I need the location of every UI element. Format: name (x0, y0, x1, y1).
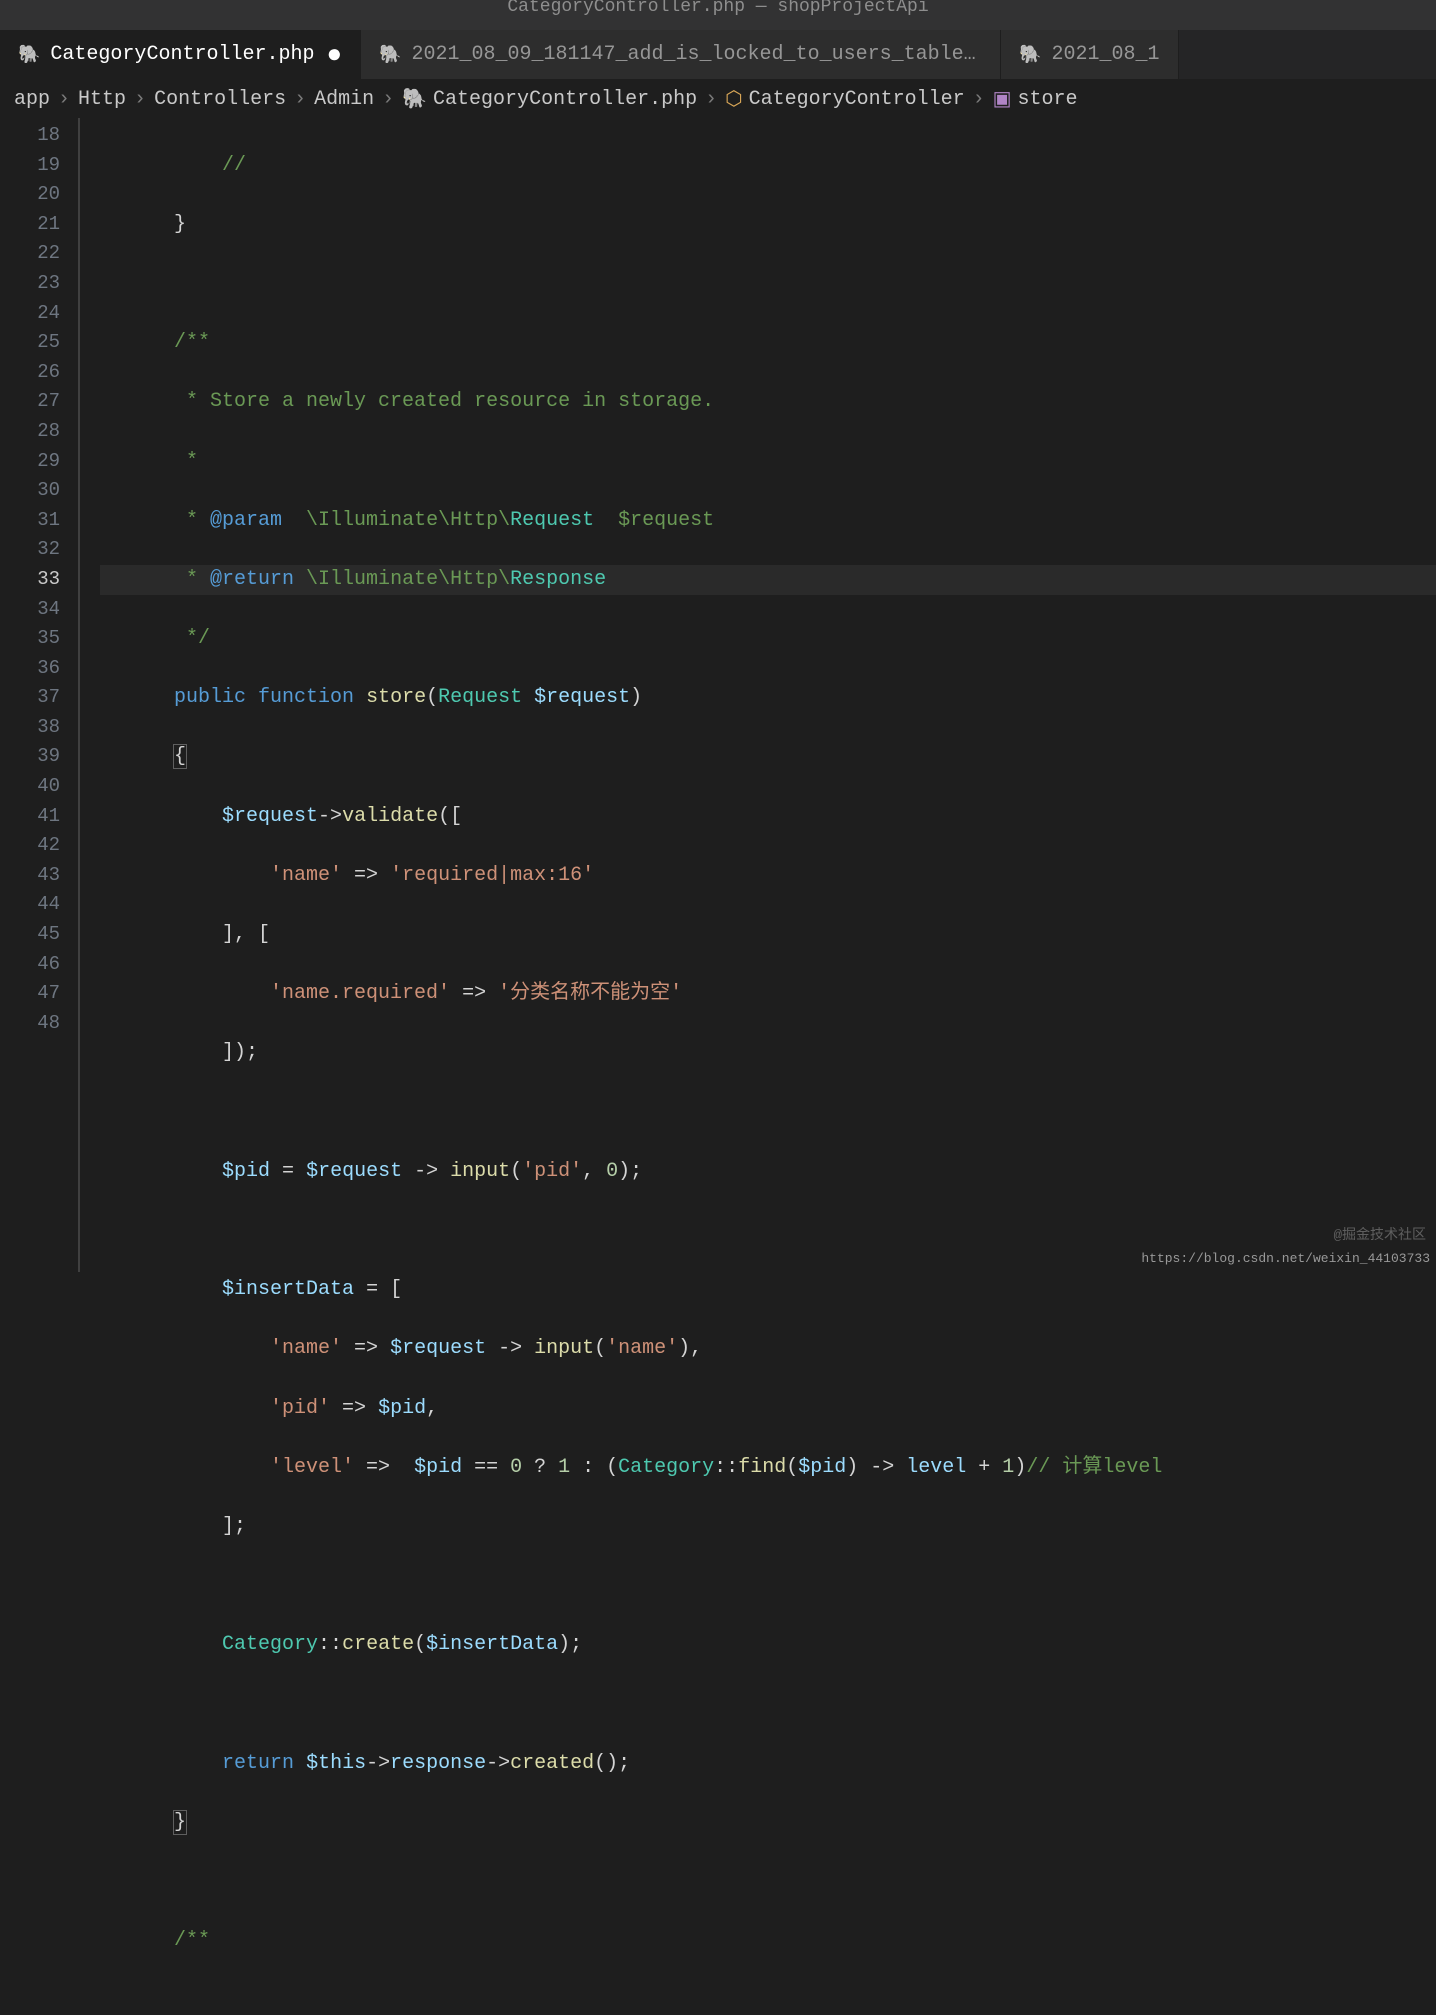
line-number: 41 (0, 802, 60, 832)
chevron-right-icon: › (382, 88, 394, 111)
line-number: 26 (0, 358, 60, 388)
line-number: 25 (0, 328, 60, 358)
line-number: 44 (0, 890, 60, 920)
line-number: 20 (0, 180, 60, 210)
breadcrumb-segment[interactable]: store (1018, 88, 1078, 111)
line-number: 37 (0, 683, 60, 713)
php-icon: 🐘 (1019, 44, 1041, 66)
line-number: 30 (0, 476, 60, 506)
tab-migration-add-is-locked[interactable]: 🐘 2021_08_09_181147_add_is_locked_to_use… (361, 30, 1001, 79)
line-number: 47 (0, 979, 60, 1009)
line-number: 39 (0, 742, 60, 772)
line-number-gutter: 1819202122232425262728293031323334353637… (0, 118, 78, 1272)
line-number: 27 (0, 387, 60, 417)
window-title: CategoryController.php — shopProjectApi (0, 0, 1436, 30)
line-number: 34 (0, 595, 60, 625)
tab-label: 2021_08_1 (1052, 43, 1160, 66)
line-number: 28 (0, 417, 60, 447)
watermark: @掘金技术社区 (1334, 1224, 1426, 1244)
tab-label: CategoryController.php (50, 43, 314, 66)
line-number: 45 (0, 920, 60, 950)
chevron-right-icon: › (58, 88, 70, 111)
breadcrumb-segment[interactable]: Http (78, 88, 126, 111)
class-icon: ⬡ (725, 86, 742, 112)
line-number: 19 (0, 151, 60, 181)
chevron-right-icon: › (973, 88, 985, 111)
line-number: 23 (0, 269, 60, 299)
line-number: 22 (0, 239, 60, 269)
chevron-right-icon: › (134, 88, 146, 111)
php-icon: 🐘 (402, 86, 427, 112)
line-number: 32 (0, 535, 60, 565)
line-number: 29 (0, 447, 60, 477)
tab-bar: 🐘 CategoryController.php ● 🐘 2021_08_09_… (0, 30, 1436, 80)
footer-url: https://blog.csdn.net/weixin_44103733 (1141, 1251, 1430, 1266)
line-number: 21 (0, 210, 60, 240)
breadcrumb-segment[interactable]: CategoryController.php (433, 88, 697, 111)
line-number: 43 (0, 861, 60, 891)
php-icon: 🐘 (379, 44, 401, 66)
line-number: 46 (0, 950, 60, 980)
tab-migration-partial[interactable]: 🐘 2021_08_1 (1001, 30, 1178, 79)
line-number: 31 (0, 506, 60, 536)
breadcrumb[interactable]: app › Http › Controllers › Admin › 🐘 Cat… (0, 80, 1436, 118)
breadcrumb-segment[interactable]: Controllers (154, 88, 286, 111)
php-icon: 🐘 (18, 44, 40, 66)
line-number: 24 (0, 299, 60, 329)
line-number: 35 (0, 624, 60, 654)
tab-label: 2021_08_09_181147_add_is_locked_to_users… (412, 43, 983, 66)
line-number: 40 (0, 772, 60, 802)
line-number: 38 (0, 713, 60, 743)
method-icon: ▣ (993, 86, 1012, 112)
line-number: 48 (0, 1009, 60, 1039)
code-editor[interactable]: 1819202122232425262728293031323334353637… (0, 118, 1436, 1272)
line-number: 18 (0, 121, 60, 151)
line-number: 42 (0, 831, 60, 861)
breadcrumb-segment[interactable]: Admin (314, 88, 374, 111)
breadcrumb-segment[interactable]: app (14, 88, 50, 111)
line-number: 36 (0, 654, 60, 684)
tab-category-controller[interactable]: 🐘 CategoryController.php ● (0, 30, 361, 79)
code-content[interactable]: // } /** * Store a newly created resourc… (78, 118, 1162, 1272)
breadcrumb-segment[interactable]: CategoryController (749, 88, 965, 111)
line-number: 33 (0, 565, 60, 595)
chevron-right-icon: › (705, 88, 717, 111)
chevron-right-icon: › (294, 88, 306, 111)
